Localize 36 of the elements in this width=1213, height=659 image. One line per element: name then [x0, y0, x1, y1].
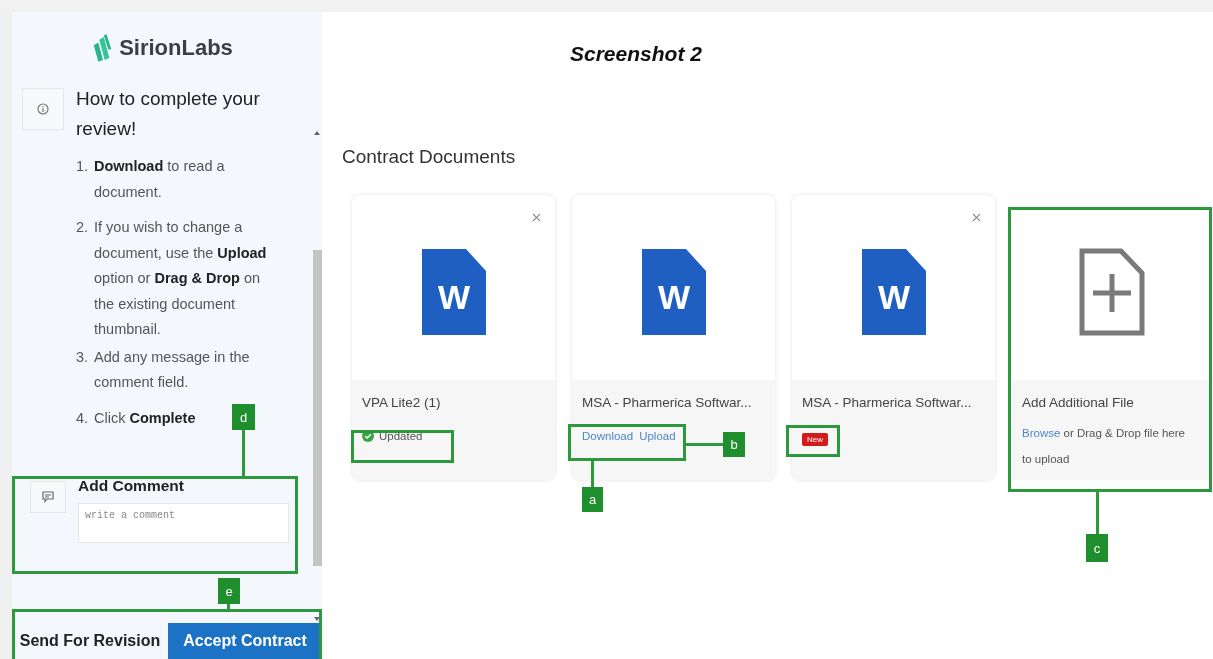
step-number: 3. [76, 347, 90, 367]
logo-text: SirionLabs [119, 35, 233, 61]
upload-hint: Browse or Drag & Drop file here to upload [1022, 426, 1186, 467]
callout-label: d [232, 404, 255, 430]
step-number: 1. [76, 157, 90, 176]
step-number: 4. [76, 408, 90, 428]
help-title: How to complete your review! [76, 87, 261, 141]
status-text: Updated [379, 430, 423, 442]
word-document-icon: W [861, 247, 926, 336]
step-text: Click Complete [94, 408, 196, 428]
document-link[interactable]: Upload [639, 430, 676, 442]
callout-label: c [1086, 534, 1108, 562]
section-heading: Contract Documents [342, 146, 517, 168]
callout-label: e [218, 578, 240, 604]
comment-title: Add Comment [78, 477, 185, 495]
document-card[interactable]: W MSA - Pharmerica Softwar... New [792, 195, 995, 480]
new-badge: New [802, 433, 828, 446]
browse-link[interactable]: Browse [1022, 427, 1061, 439]
step-text: If you wish to change a document, use the Upload option or Drag & Drop on the existing document thumbnail. [94, 218, 268, 339]
step-text: Add any message in the comment field. [94, 347, 251, 392]
document-name: VPA Lite2 (1) [362, 395, 442, 410]
comment-field[interactable]: write a comment [78, 503, 289, 543]
document-name: MSA - Pharmerica Softwar... [802, 395, 973, 410]
step-text: Download to read a document. [94, 157, 226, 202]
document-card[interactable]: W VPA Lite2 (1) Updated [352, 195, 555, 480]
add-file-title: Add Additional File [1022, 395, 1135, 410]
document-link[interactable]: Download [582, 430, 634, 442]
revision-button[interactable]: Send For Revision [12, 623, 168, 659]
accept-button[interactable]: Accept Contract [168, 623, 322, 659]
word-document-icon: W [641, 247, 706, 336]
document-name: MSA - Pharmerica Softwar... [582, 395, 753, 410]
word-document-icon: W [421, 247, 486, 336]
callout-label: a [582, 487, 603, 512]
callout-label: b [723, 432, 745, 457]
step-number: 2. [76, 218, 90, 237]
caption: Screenshot 2 [570, 42, 703, 66]
